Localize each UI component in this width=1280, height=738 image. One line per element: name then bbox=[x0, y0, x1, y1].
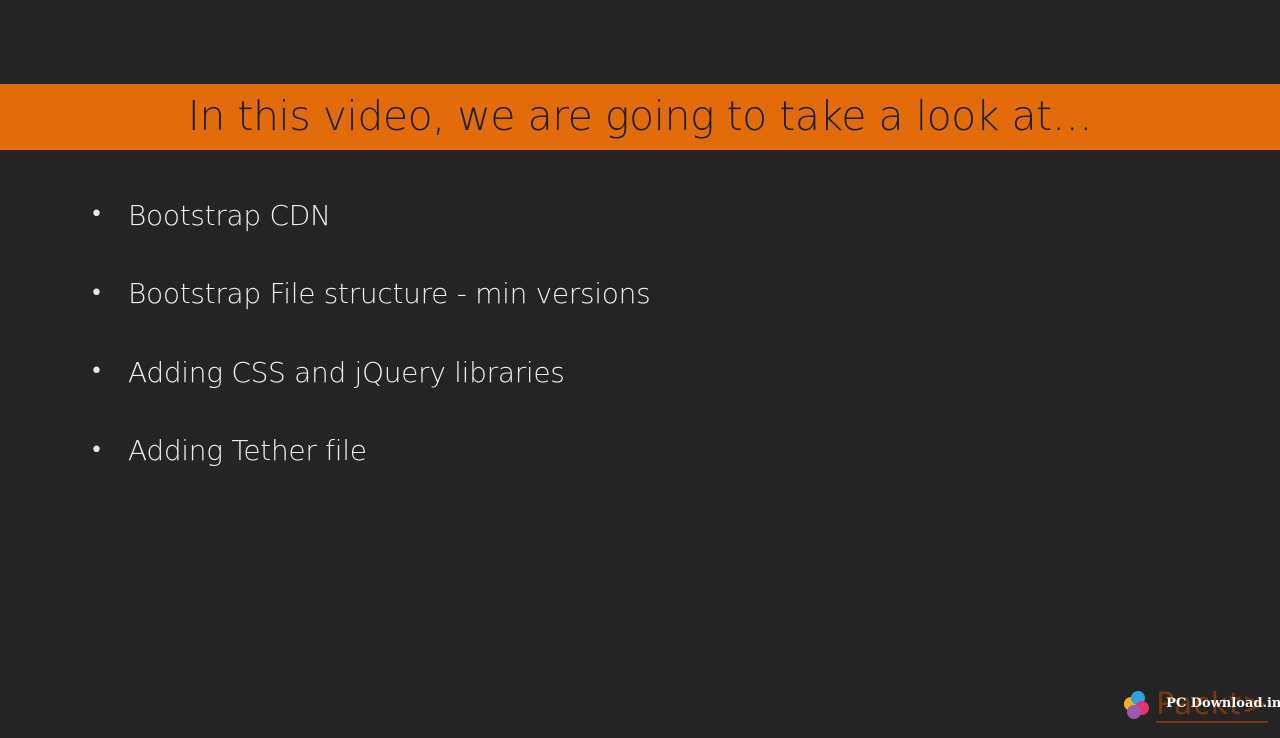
list-item: • Bootstrap File structure - min version… bbox=[90, 274, 651, 314]
bullet-text: Bootstrap CDN bbox=[128, 198, 331, 232]
bullet-icon: • bbox=[90, 280, 103, 306]
brand-logo: Packt> PC Download.in bbox=[1156, 688, 1280, 724]
title-banner: In this video, we are going to take a lo… bbox=[0, 84, 1280, 150]
bullet-icon: • bbox=[90, 437, 103, 463]
slide-title: In this video, we are going to take a lo… bbox=[187, 92, 1093, 140]
list-item: • Bootstrap CDN bbox=[90, 195, 650, 235]
watermark: Packt> PC Download.in bbox=[1122, 686, 1280, 726]
watermark-site-text: PC Download.in bbox=[1166, 696, 1280, 711]
list-item: • Adding Tether file bbox=[90, 431, 650, 471]
bullet-text: Bootstrap File structure - min versions bbox=[128, 277, 651, 310]
list-item: • Adding CSS and jQuery libraries bbox=[90, 352, 650, 392]
slide: In this video, we are going to take a lo… bbox=[0, 0, 1280, 738]
colored-circles-logo-icon bbox=[1122, 691, 1152, 721]
bullet-list: • Bootstrap CDN • Bootstrap File structu… bbox=[90, 195, 651, 509]
bullet-text: Adding Tether file bbox=[128, 434, 367, 467]
bullet-icon: • bbox=[90, 202, 103, 227]
bullet-icon: • bbox=[90, 359, 103, 384]
bullet-text: Adding CSS and jQuery libraries bbox=[128, 355, 565, 389]
